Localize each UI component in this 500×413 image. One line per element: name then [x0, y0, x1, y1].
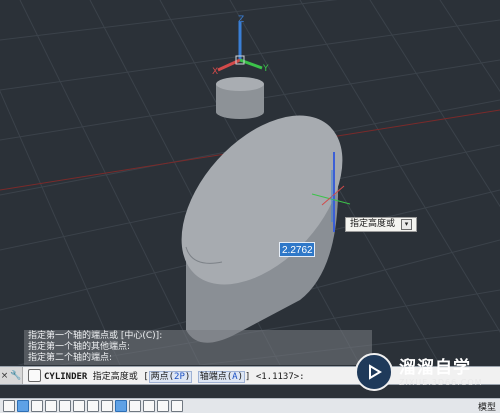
history-line: 指定第二个轴的端点:	[28, 353, 113, 363]
customize-icon[interactable]: 🔧	[10, 371, 21, 381]
tooltip-text: 指定高度或	[350, 219, 396, 229]
play-icon	[369, 364, 382, 380]
3d-osnap-toggle[interactable]	[87, 400, 99, 412]
options-dropdown-icon[interactable]: ▾	[401, 219, 413, 230]
small-cylinder[interactable]	[216, 77, 264, 119]
quick-properties-toggle[interactable]	[171, 400, 183, 412]
watermark-title: 溜溜自学	[399, 357, 471, 378]
status-bar: 模型	[0, 398, 500, 413]
ucs-y-label: Y	[262, 64, 269, 74]
option-two-points[interactable]: 两点(2P)	[148, 371, 193, 383]
close-icon[interactable]: ×	[1, 371, 9, 381]
transparency-toggle[interactable]	[157, 400, 169, 412]
osnap-toggle[interactable]	[73, 400, 85, 412]
history-line: 指定第一个轴的端点或 [中心(C)]:	[28, 331, 163, 341]
command-line-tools: × 🔧	[0, 367, 23, 384]
prompt-text: 指定高度或 [	[92, 372, 149, 382]
watermark-logo	[355, 353, 393, 391]
command-name: CYLINDER	[44, 372, 88, 382]
ortho-toggle[interactable]	[45, 400, 57, 412]
drawing-viewport[interactable]: Z X Y 2.2762 指定高度或 ▾	[0, 0, 500, 365]
dyn-toggle[interactable]	[129, 400, 141, 412]
snap-toggle[interactable]	[17, 400, 29, 412]
ducs-toggle[interactable]	[115, 400, 127, 412]
polar-toggle[interactable]	[59, 400, 71, 412]
infer-constraints-toggle[interactable]	[3, 400, 15, 412]
lineweight-toggle[interactable]	[143, 400, 155, 412]
viewport-canvas[interactable]: Z X Y	[0, 0, 500, 365]
ucs-x-label: X	[212, 67, 218, 77]
otrack-toggle[interactable]	[101, 400, 113, 412]
command-history: 指定第一个轴的端点或 [中心(C)]: 指定第一个轴的其他端点: 指定第二个轴的…	[24, 330, 372, 365]
default-value: ] <1.1137>:	[245, 372, 305, 382]
ucs-z-label: Z	[238, 15, 244, 25]
grid-toggle[interactable]	[31, 400, 43, 412]
model-label[interactable]: 模型	[478, 400, 496, 413]
dynamic-prompt-tooltip: 指定高度或 ▾	[345, 217, 418, 232]
watermark: 溜溜自学 ZIXUE.3D66.COM	[355, 346, 500, 398]
watermark-url: ZIXUE.3D66.COM	[399, 377, 483, 387]
command-prompt: CYLINDER 指定高度或 [两点(2P) 轴端点(A)] <1.1137>:	[44, 369, 305, 383]
recent-commands-icon[interactable]	[28, 369, 41, 382]
option-axis-endpoint[interactable]: 轴端点(A)	[197, 371, 245, 383]
elliptic-cylinder[interactable]	[150, 86, 373, 343]
dynamic-input-field[interactable]: 2.2762	[279, 242, 315, 257]
ucs-icon: Z X Y	[212, 15, 269, 77]
history-line: 指定第一个轴的其他端点:	[28, 342, 131, 352]
